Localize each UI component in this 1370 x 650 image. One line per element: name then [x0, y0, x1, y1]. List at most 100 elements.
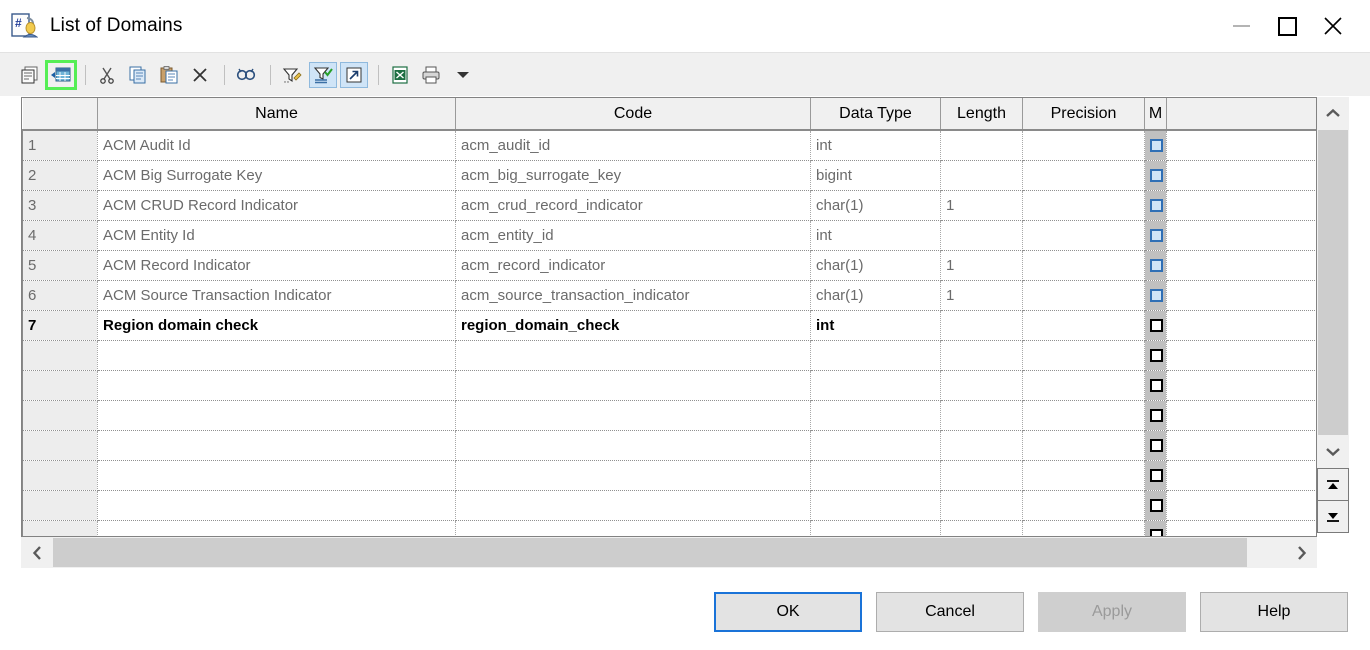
cell-precision[interactable]	[1022, 370, 1145, 401]
cell-code[interactable]	[455, 340, 811, 371]
cell-code[interactable]	[455, 430, 811, 461]
ok-button[interactable]: OK	[714, 592, 862, 632]
copy-icon[interactable]	[124, 62, 152, 88]
cell-length[interactable]: 1	[940, 250, 1023, 281]
mandatory-checkbox[interactable]	[1150, 229, 1163, 243]
cell-filler[interactable]	[1166, 310, 1316, 341]
cell-mandatory[interactable]	[1144, 460, 1167, 491]
cell-length[interactable]: 1	[940, 280, 1023, 311]
cell-data-type[interactable]: int	[810, 310, 941, 341]
cell-precision[interactable]	[1022, 340, 1145, 371]
cell-data-type[interactable]	[810, 400, 941, 431]
domains-grid[interactable]: Name Code Data Type Length Precision M 1…	[21, 97, 1317, 537]
cell-data-type[interactable]: int	[810, 130, 941, 161]
cell-mandatory[interactable]	[1144, 430, 1167, 461]
cell-filler[interactable]	[1166, 460, 1316, 491]
cell-name[interactable]	[97, 520, 456, 536]
scroll-up-icon[interactable]	[1317, 97, 1349, 130]
cell-name[interactable]: ACM CRUD Record Indicator	[97, 190, 456, 221]
table-row[interactable]	[22, 520, 1316, 536]
open-detail-icon[interactable]	[340, 61, 368, 88]
insert-row-icon[interactable]	[45, 59, 77, 90]
cell-mandatory[interactable]	[1144, 340, 1167, 371]
mandatory-checkbox[interactable]	[1150, 439, 1163, 453]
cell-filler[interactable]	[1166, 340, 1316, 371]
cell-precision[interactable]	[1022, 460, 1145, 491]
mandatory-checkbox[interactable]	[1150, 259, 1163, 273]
cell-code[interactable]: acm_crud_record_indicator	[455, 190, 811, 221]
horizontal-scrollbar[interactable]	[21, 537, 1317, 568]
mandatory-checkbox[interactable]	[1150, 529, 1163, 536]
cell-row-number[interactable]	[22, 430, 98, 461]
column-header-datatype[interactable]: Data Type	[810, 98, 941, 131]
cell-precision[interactable]	[1022, 250, 1145, 281]
cell-precision[interactable]	[1022, 400, 1145, 431]
cell-length[interactable]	[940, 340, 1023, 371]
cell-data-type[interactable]: char(1)	[810, 250, 941, 281]
cell-length[interactable]	[940, 160, 1023, 191]
cell-data-type[interactable]: char(1)	[810, 190, 941, 221]
cut-icon[interactable]	[93, 62, 121, 88]
cell-row-number[interactable]	[22, 490, 98, 521]
cell-code[interactable]: acm_big_surrogate_key	[455, 160, 811, 191]
cell-data-type[interactable]: bigint	[810, 160, 941, 191]
mandatory-checkbox[interactable]	[1150, 319, 1163, 333]
print-icon[interactable]	[417, 62, 445, 88]
cell-data-type[interactable]	[810, 490, 941, 521]
cell-filler[interactable]	[1166, 430, 1316, 461]
cell-row-number[interactable]	[22, 460, 98, 491]
cell-mandatory[interactable]	[1144, 520, 1167, 536]
delete-icon[interactable]	[186, 62, 214, 88]
cell-filler[interactable]	[1166, 160, 1316, 191]
cell-row-number[interactable]	[22, 520, 98, 536]
cell-name[interactable]	[97, 340, 456, 371]
cell-precision[interactable]	[1022, 160, 1145, 191]
scroll-down-icon[interactable]	[1317, 435, 1349, 468]
table-row[interactable]: 5 ACM Record Indicator acm_record_indicato…	[22, 250, 1316, 281]
cell-data-type[interactable]: int	[810, 220, 941, 251]
cell-name[interactable]	[97, 370, 456, 401]
column-header-length[interactable]: Length	[940, 98, 1023, 131]
cell-length[interactable]	[940, 130, 1023, 161]
find-icon[interactable]	[232, 62, 260, 88]
table-row[interactable]: 1 ACM Audit Id acm_audit_id int	[22, 130, 1316, 161]
cell-code[interactable]: acm_record_indicator	[455, 250, 811, 281]
column-header-rownum[interactable]	[22, 98, 98, 131]
column-header-precision[interactable]: Precision	[1022, 98, 1145, 131]
cell-filler[interactable]	[1166, 490, 1316, 521]
vertical-scrollbar[interactable]	[1317, 97, 1349, 468]
cell-mandatory[interactable]	[1144, 400, 1167, 431]
cancel-button[interactable]: Cancel	[876, 592, 1024, 632]
cell-name[interactable]: ACM Audit Id	[97, 130, 456, 161]
close-button[interactable]	[1310, 0, 1356, 52]
cell-filler[interactable]	[1166, 520, 1316, 536]
cell-row-number[interactable]	[22, 400, 98, 431]
table-row[interactable]: 4 ACM Entity Id acm_entity_id int	[22, 220, 1316, 251]
cell-mandatory[interactable]	[1144, 190, 1167, 221]
cell-precision[interactable]	[1022, 430, 1145, 461]
cell-length[interactable]	[940, 370, 1023, 401]
mandatory-checkbox[interactable]	[1150, 199, 1163, 213]
mandatory-checkbox[interactable]	[1150, 169, 1163, 183]
maximize-button[interactable]	[1264, 0, 1310, 52]
column-header-code[interactable]: Code	[455, 98, 811, 131]
table-row[interactable]: 3 ACM CRUD Record Indicator acm_crud_recor…	[22, 190, 1316, 221]
cell-name[interactable]: ACM Record Indicator	[97, 250, 456, 281]
cell-code[interactable]: acm_entity_id	[455, 220, 811, 251]
table-row[interactable]: 7 Region domain check region_domain_check i…	[22, 310, 1316, 341]
column-header-name[interactable]: Name	[97, 98, 456, 131]
cell-row-number[interactable]	[22, 340, 98, 371]
cell-name[interactable]: Region domain check	[97, 310, 456, 341]
vertical-scrollbar-thumb[interactable]	[1318, 130, 1348, 435]
table-row[interactable]	[22, 490, 1316, 521]
table-row[interactable]	[22, 400, 1316, 431]
scroll-right-icon[interactable]	[1285, 537, 1317, 568]
mandatory-checkbox[interactable]	[1150, 379, 1163, 393]
mandatory-checkbox[interactable]	[1150, 469, 1163, 483]
cell-length[interactable]: 1	[940, 190, 1023, 221]
cell-mandatory[interactable]	[1144, 280, 1167, 311]
cell-length[interactable]	[940, 490, 1023, 521]
scroll-left-icon[interactable]	[21, 537, 53, 568]
cell-row-number[interactable]	[22, 370, 98, 401]
cell-filler[interactable]	[1166, 280, 1316, 311]
